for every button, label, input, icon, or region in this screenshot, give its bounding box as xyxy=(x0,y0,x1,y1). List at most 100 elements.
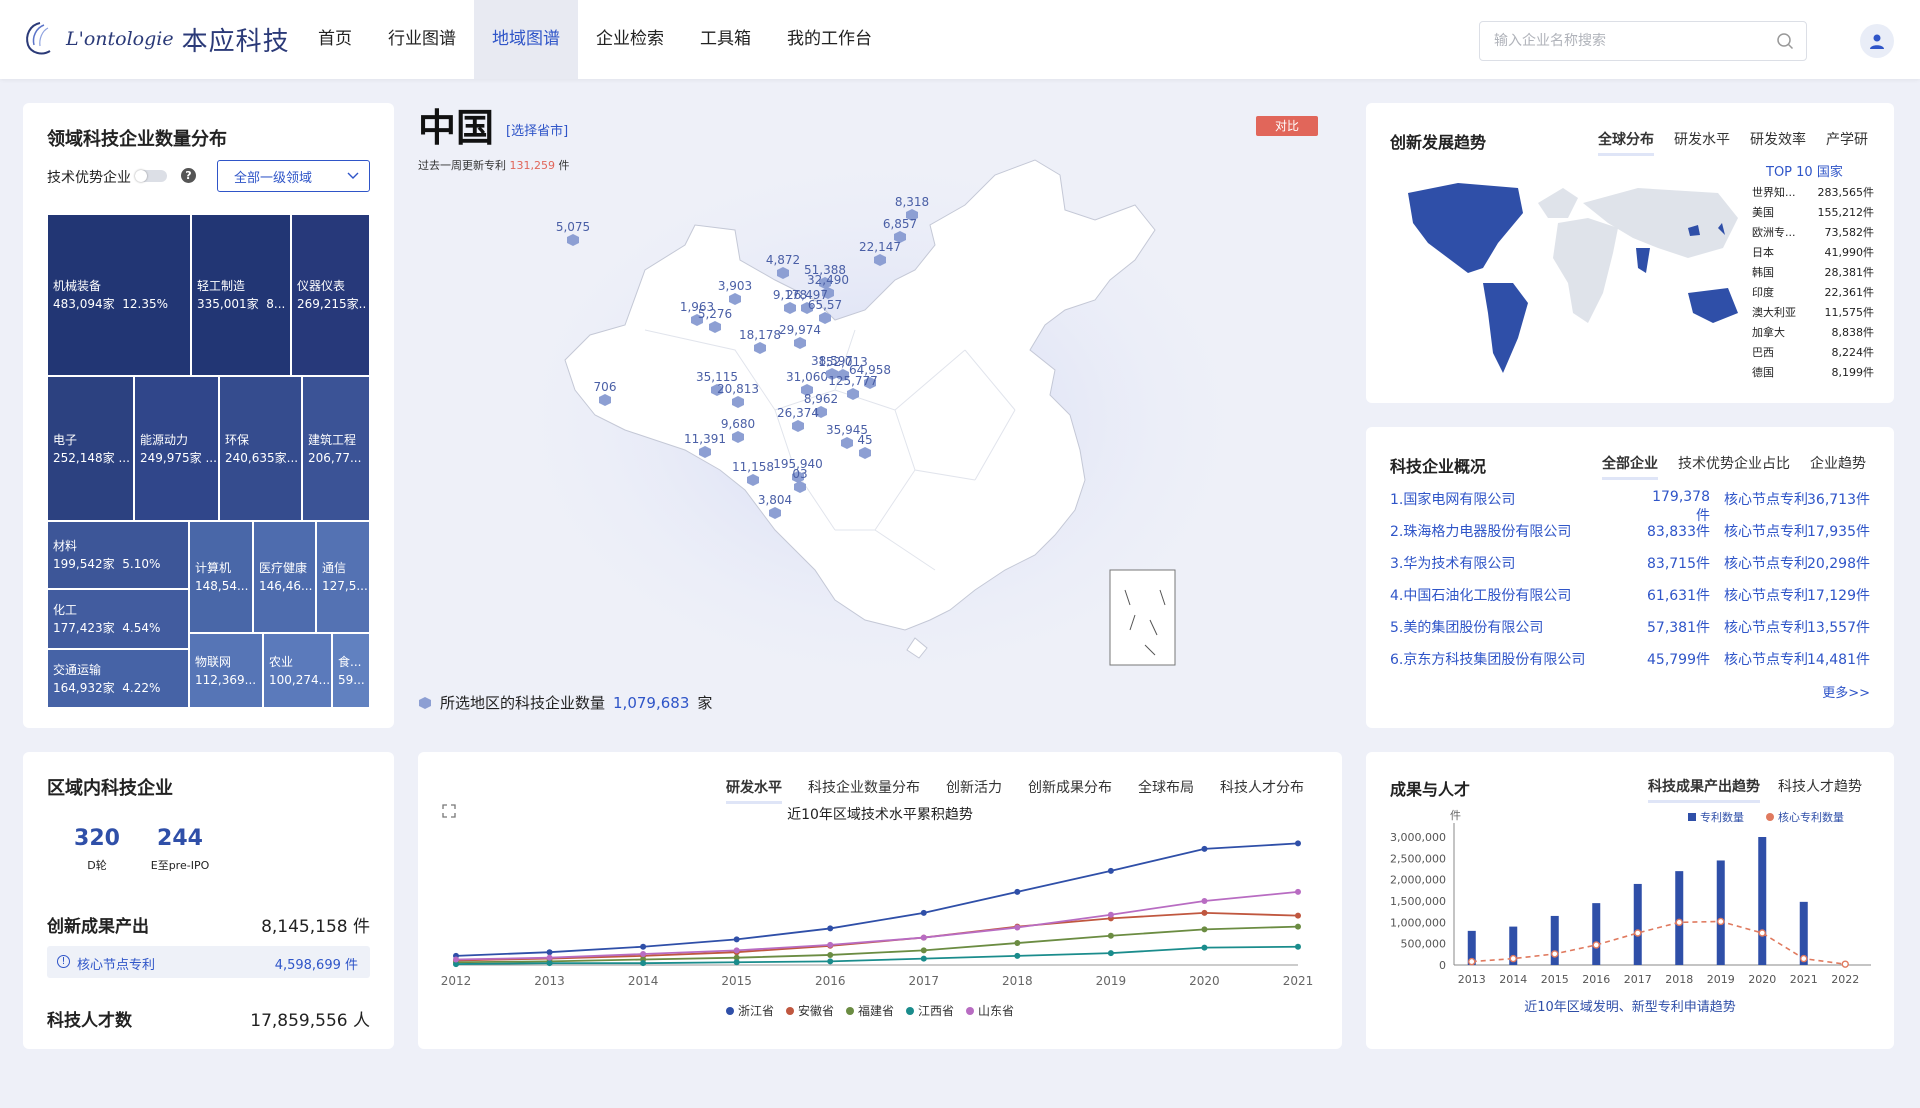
country-row[interactable]: 德国 8,199件 xyxy=(1752,363,1874,383)
stat-d-round[interactable]: 320 D轮 xyxy=(67,826,127,873)
nav-industry-map[interactable]: 行业图谱 xyxy=(370,0,474,79)
nav-home[interactable]: 首页 xyxy=(300,0,370,79)
data-point[interactable] xyxy=(920,955,927,962)
search-icon[interactable] xyxy=(1776,32,1794,50)
line-chart[interactable]: 近10年区域技术水平累积趋势 2012 2013 2014 2015 2016 2017 20… xyxy=(418,797,1342,1042)
treemap-cell[interactable]: 物联网 112,369... xyxy=(189,633,263,708)
treemap-cell[interactable]: 食... 59... xyxy=(332,633,370,708)
country-row[interactable]: 欧洲专... 73,582件 xyxy=(1752,223,1874,243)
nav-toolbox[interactable]: 工具箱 xyxy=(682,0,769,79)
company-row[interactable]: 5.美的集团股份有限公司 57,381件 核心节点专利 13,557件 xyxy=(1390,617,1870,639)
treemap-cell[interactable]: 环保 240,635家... xyxy=(219,376,302,521)
tab-talent-trend[interactable]: 科技人才趋势 xyxy=(1778,776,1862,803)
world-map[interactable] xyxy=(1388,173,1758,383)
stat-pre-ipo[interactable]: 244 E至pre-IPO xyxy=(135,826,225,873)
user-avatar-button[interactable] xyxy=(1860,24,1894,58)
data-point[interactable] xyxy=(1201,845,1208,852)
data-point[interactable] xyxy=(1295,912,1301,919)
country-row[interactable]: 世界知... 283,565件 xyxy=(1752,183,1874,203)
treemap-cell[interactable]: 仪器仪表 269,215家... xyxy=(291,214,370,376)
treemap-cell[interactable]: 机械装备 483,094家 12.35% xyxy=(47,214,191,376)
treemap-cell[interactable]: 交通运输 164,932家 4.22% xyxy=(47,649,189,708)
legend-label[interactable]: 江西省 xyxy=(918,1004,954,1018)
data-point[interactable] xyxy=(827,958,834,965)
country-row[interactable]: 澳大利亚 11,575件 xyxy=(1752,303,1874,323)
bar[interactable] xyxy=(1758,837,1767,965)
data-point[interactable] xyxy=(1592,941,1600,949)
data-point[interactable] xyxy=(1014,924,1021,931)
legend-label[interactable]: 山东省 xyxy=(978,1004,1014,1018)
data-point[interactable] xyxy=(827,951,834,958)
treemap-cell[interactable]: 能源动力 249,975家 ... xyxy=(134,376,219,521)
data-point[interactable] xyxy=(1841,960,1849,968)
company-row[interactable]: 6.京东方科技集团股份有限公司 45,799件 核心节点专利 14,481件 xyxy=(1390,649,1870,671)
company-row[interactable]: 1.国家电网有限公司 179,378件 核心节点专利 36,713件 xyxy=(1390,489,1870,524)
data-point[interactable] xyxy=(640,951,647,958)
map-marker[interactable]: 03 xyxy=(792,467,808,493)
data-point[interactable] xyxy=(827,925,834,932)
treemap-cell[interactable]: 计算机 148,54... xyxy=(189,521,253,633)
data-point[interactable] xyxy=(1107,950,1114,957)
treemap-cell[interactable]: 化工 177,423家 4.54% xyxy=(47,589,189,649)
country-row[interactable]: 加拿大 8,838件 xyxy=(1752,323,1874,343)
data-point[interactable] xyxy=(1295,943,1301,950)
data-point[interactable] xyxy=(1107,932,1114,939)
compare-button[interactable]: 对比 xyxy=(1256,116,1318,136)
tab-rd-level[interactable]: 研发水平 xyxy=(1674,129,1730,156)
bar[interactable] xyxy=(1550,915,1559,965)
select-province-link[interactable]: [选择省市] xyxy=(506,120,568,139)
data-point[interactable] xyxy=(1551,950,1559,958)
map-marker[interactable]: 5,075 xyxy=(556,220,590,246)
data-point[interactable] xyxy=(1201,926,1208,933)
tab-global-distribution[interactable]: 全球分布 xyxy=(1598,129,1654,156)
data-point[interactable] xyxy=(733,959,740,966)
nav-workspace[interactable]: 我的工作台 xyxy=(769,0,890,79)
company-row[interactable]: 3.华为技术有限公司 83,715件 核心节点专利 20,298件 xyxy=(1390,553,1870,575)
country-row[interactable]: 巴西 8,224件 xyxy=(1752,343,1874,363)
data-point[interactable] xyxy=(920,947,927,954)
data-point[interactable] xyxy=(1800,954,1808,963)
tab-rd-efficiency[interactable]: 研发效率 xyxy=(1750,129,1806,156)
company-search-input[interactable] xyxy=(1494,22,1764,60)
data-point[interactable] xyxy=(920,934,927,941)
data-point[interactable] xyxy=(1014,952,1021,959)
bar[interactable] xyxy=(1633,883,1642,965)
data-point[interactable] xyxy=(1201,909,1208,916)
data-point[interactable] xyxy=(1201,944,1208,951)
nav-region-map[interactable]: 地域图谱 xyxy=(474,0,578,79)
data-point[interactable] xyxy=(1107,867,1114,874)
treemap-cell[interactable]: 医疗健康 146,46... xyxy=(253,521,316,633)
data-point[interactable] xyxy=(546,954,553,961)
data-point[interactable] xyxy=(1717,917,1725,926)
more-companies-link[interactable]: 更多>> xyxy=(1822,682,1870,701)
core-patent-row[interactable]: ! 核心节点专利 4,598,699 件 xyxy=(47,946,370,978)
tab-output-trend[interactable]: 科技成果产出趋势 xyxy=(1648,776,1760,803)
data-point[interactable] xyxy=(1634,929,1642,937)
data-point[interactable] xyxy=(453,956,459,963)
country-row[interactable]: 日本 41,990件 xyxy=(1752,243,1874,263)
data-point[interactable] xyxy=(1295,840,1301,847)
data-point[interactable] xyxy=(1468,957,1476,966)
company-row[interactable]: 2.珠海格力电器股份有限公司 83,833件 核心节点专利 17,935件 xyxy=(1390,521,1870,543)
treemap-cell[interactable]: 电子 252,148家 ... xyxy=(47,376,134,521)
data-point[interactable] xyxy=(1758,929,1766,937)
data-point[interactable] xyxy=(920,909,927,916)
data-point[interactable] xyxy=(640,943,647,950)
legend-label[interactable]: 专利数量 xyxy=(1700,810,1744,824)
country-row[interactable]: 韩国 28,381件 xyxy=(1752,263,1874,283)
help-icon[interactable]: ? xyxy=(181,168,196,183)
tab-industry-academia[interactable]: 产学研 xyxy=(1826,129,1868,156)
data-point[interactable] xyxy=(1675,918,1683,927)
legend-label[interactable]: 安徽省 xyxy=(798,1003,834,1018)
advantage-toggle[interactable] xyxy=(135,170,167,182)
bar[interactable] xyxy=(1716,860,1725,965)
treemap-cell[interactable]: 材料 199,542家 5.10% xyxy=(47,521,189,589)
data-point[interactable] xyxy=(1014,888,1021,895)
domain-select[interactable]: 全部一级领域 xyxy=(217,160,370,192)
map-marker[interactable]: 45 xyxy=(857,433,873,459)
china-map[interactable]: 5,075 8,318 6,857 22,147 4,872 51,388 32,490 9,… xyxy=(520,150,1240,690)
legend-label[interactable]: 浙江省 xyxy=(738,1004,774,1018)
treemap-cell[interactable]: 建筑工程 206,77... xyxy=(302,376,370,521)
legend-label[interactable]: 核心专利数量 xyxy=(1778,810,1844,824)
country-row[interactable]: 印度 22,361件 xyxy=(1752,283,1874,303)
